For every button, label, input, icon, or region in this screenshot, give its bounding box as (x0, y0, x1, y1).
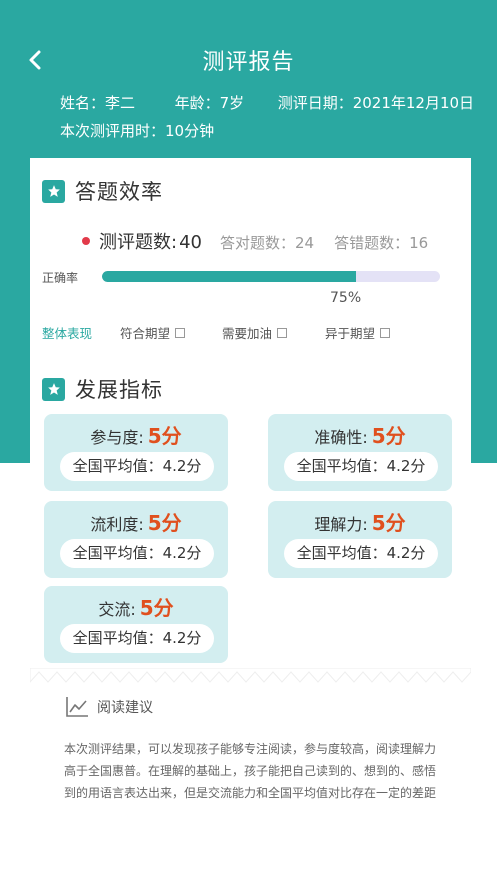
page-title: 测评报告 (202, 50, 295, 75)
metric-card-comprehension: 理解力: 5分 全国平均值：4.2分 (268, 501, 452, 578)
child-age: 年龄：7岁 (174, 94, 245, 112)
metric-national-average: 全国平均值：4.2分 (284, 539, 438, 568)
metric-label: 流利度: (90, 515, 144, 534)
correct-count: 答对题数：24 (219, 234, 315, 252)
child-name: 姓名：李二 (60, 94, 136, 112)
star-icon (42, 179, 65, 203)
total-questions-label: 测评题数: (99, 232, 178, 253)
option-meets-expectation[interactable]: 符合期望 (120, 323, 186, 342)
metric-score: 5分 (371, 511, 406, 535)
option-differs-expectation[interactable]: 异于期望 (325, 323, 391, 342)
advice-title: 阅读建议 (97, 700, 153, 716)
total-questions-value: 40 (179, 232, 202, 253)
development-section-header: 发展指标 (42, 374, 163, 404)
trend-chart-icon (66, 697, 88, 717)
metric-card-fluency: 流利度: 5分 全国平均值：4.2分 (44, 501, 228, 578)
accuracy-label: 正确率 (42, 271, 79, 285)
development-title: 发展指标 (75, 378, 163, 402)
metric-card-communication: 交流: 5分 全国平均值：4.2分 (44, 586, 228, 663)
metric-label: 交流: (98, 600, 136, 619)
zigzag-divider (30, 668, 471, 683)
accuracy-value: 75% (330, 290, 362, 306)
metric-score: 5分 (147, 424, 182, 448)
metric-score: 5分 (147, 511, 182, 535)
metric-national-average: 全国平均值：4.2分 (60, 624, 214, 653)
metric-national-average: 全国平均值：4.2分 (60, 539, 214, 568)
report-card: 答题效率 测评题数: 40 答对题数：24 答错题数：16 正确率 75% 整体… (30, 158, 471, 683)
metric-card-accuracy: 准确性: 5分 全国平均值：4.2分 (268, 414, 452, 491)
option-needs-effort[interactable]: 需要加油 (222, 323, 288, 342)
test-duration: 本次测评用时：10分钟 (60, 122, 215, 140)
wrong-count: 答错题数：16 (334, 234, 429, 252)
red-dot-icon (82, 237, 90, 245)
advice-header: 阅读建议 (65, 696, 153, 718)
overall-label: 整体表现 (42, 326, 93, 341)
option-label: 需要加油 (222, 326, 273, 341)
metric-national-average: 全国平均值：4.2分 (60, 452, 214, 481)
accuracy-progress-bar (102, 271, 440, 282)
star-icon (42, 377, 65, 401)
metric-label: 准确性: (314, 428, 368, 447)
checkbox[interactable] (175, 327, 186, 338)
advice-text: 本次测评结果，可以发现孩子能够专注阅读，参与度较高，阅读理解力高于全国惠普。在理… (64, 742, 437, 800)
metric-label: 参与度: (90, 428, 144, 447)
metric-card-participation: 参与度: 5分 全国平均值：4.2分 (44, 414, 228, 491)
question-stats: 测评题数: 40 答对题数：24 答错题数：16 (82, 228, 448, 254)
checkbox[interactable] (277, 327, 288, 338)
option-label: 符合期望 (120, 326, 171, 341)
accuracy-progress-fill (102, 271, 356, 282)
checkbox[interactable] (380, 327, 391, 338)
metric-national-average: 全国平均值：4.2分 (284, 452, 438, 481)
test-date: 测评日期：2021年12月10日 (277, 94, 475, 112)
info-line-1: 姓名：李二 年龄：7岁 测评日期：2021年12月10日 (60, 92, 474, 113)
metric-label: 理解力: (314, 515, 368, 534)
metric-score: 5分 (371, 424, 406, 448)
metric-score: 5分 (139, 596, 174, 620)
efficiency-title: 答题效率 (75, 180, 163, 204)
nav-bar: 测评报告 (0, 38, 497, 82)
option-label: 异于期望 (325, 326, 376, 341)
efficiency-section-header: 答题效率 (42, 176, 163, 206)
